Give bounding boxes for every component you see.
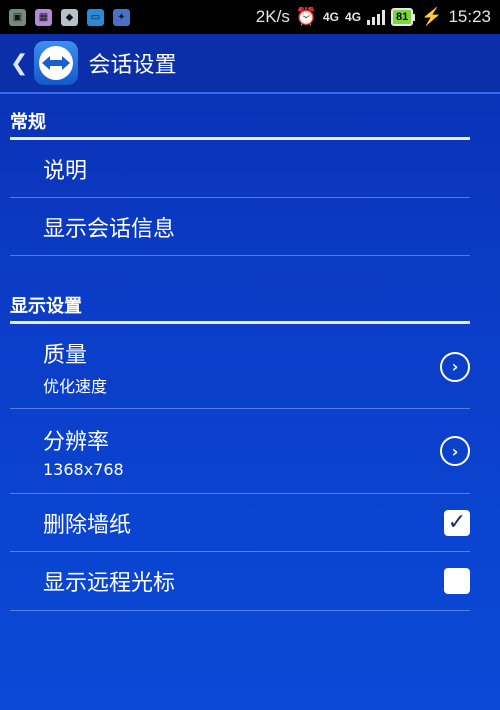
network-speed: 2K/s [255,7,290,26]
signal-icon [367,9,386,25]
item-label: 说明 [43,158,88,184]
battery-level: 81 [391,8,414,26]
list-item-quality[interactable]: 质量 优化速度 › [10,325,470,409]
chevron-right-icon[interactable]: › [440,436,470,466]
screen-share-icon: ▭ [87,8,104,26]
alarm-icon: ⏰ [295,7,317,26]
action-bar: ❮ 会话设置 [0,34,500,94]
charging-icon: ⚡ [421,7,443,26]
remove-wallpaper-checkbox[interactable]: ✓ [444,509,470,536]
item-label: 质量 [43,342,88,368]
app-logo[interactable] [34,41,79,85]
gallery-icon: ▣ [9,8,26,26]
list-item-show-remote-cursor[interactable]: 显示远程光标 [10,552,470,611]
status-bar: ▣ ▦ ◆ ▭ ✦ 2K/s ⏰ 4G 4G 81 ⚡ 15:23 [0,0,500,34]
item-label: 显示远程光标 [43,571,176,596]
teamviewer-logo-icon [39,46,74,80]
item-label: 删除墙纸 [43,512,132,538]
item-label: 分辨率 [43,429,110,455]
photo-icon: ▦ [35,8,52,26]
item-label: 显示会话信息 [43,216,176,242]
list-item-resolution[interactable]: 分辨率 1368x768 › [10,409,470,494]
net-type-primary: 4G [323,9,340,24]
section-header-display: 显示设置 [10,292,470,324]
net-type-secondary: 4G [345,9,362,24]
shield-app-icon: ◆ [61,8,78,26]
clock: 15:23 [448,7,491,26]
section-header-general: 常规 [10,108,470,140]
game-icon: ✦ [113,8,130,26]
back-icon[interactable]: ❮ [10,51,28,76]
item-sublabel: 1368x768 [43,459,124,479]
list-item-show-session-info[interactable]: 显示会话信息 [10,198,470,256]
notification-icons: ▣ ▦ ◆ ▭ ✦ [9,8,130,26]
list-item-remove-wallpaper[interactable]: 删除墙纸 ✓ [10,494,470,552]
chevron-right-icon[interactable]: › [440,351,470,382]
show-remote-cursor-checkbox[interactable] [444,568,470,594]
page-title: 会话设置 [88,53,177,78]
list-item-description[interactable]: 说明 [10,140,470,198]
battery-icon: 81 [391,8,416,26]
item-sublabel: 优化速度 [43,376,108,396]
